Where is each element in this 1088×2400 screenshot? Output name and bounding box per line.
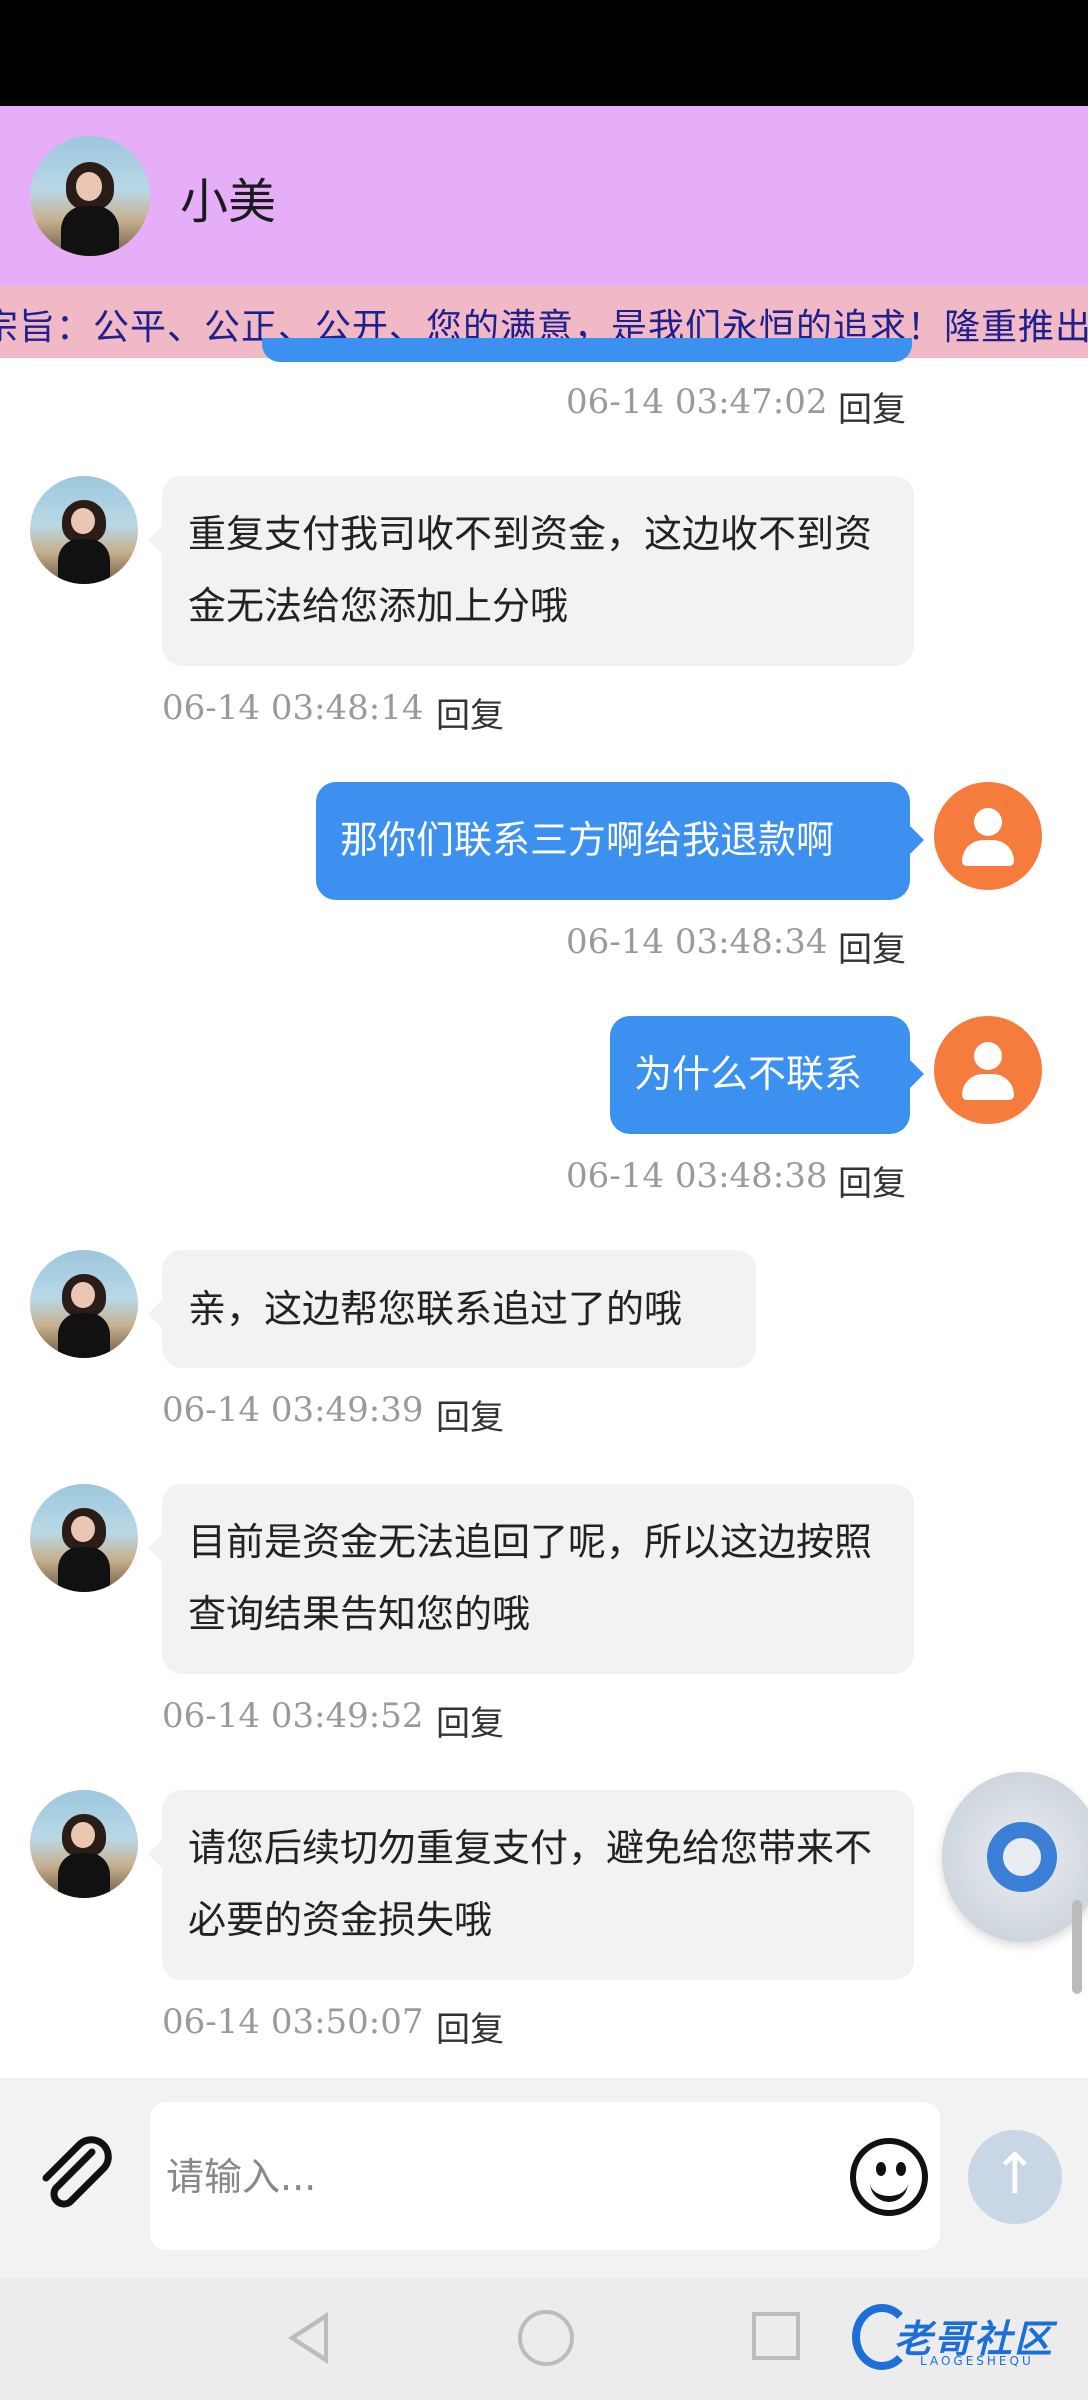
message-time: 06-14 03:48:38	[566, 1156, 828, 1196]
reply-link[interactable]: 回复	[436, 688, 504, 737]
recent-apps-icon[interactable]	[752, 2312, 800, 2360]
reply-link[interactable]: 回复	[436, 1696, 504, 1745]
input-bar: ↑	[0, 2078, 1088, 2278]
arrow-up-icon: ↑	[991, 2142, 1039, 2207]
system-nav-bar: 老哥社区 LAOGESHEQU	[0, 2278, 1088, 2400]
message-time: 06-14 03:47:02	[566, 382, 828, 422]
reply-link[interactable]: 回复	[436, 2002, 504, 2051]
scrollbar-thumb[interactable]	[1072, 1900, 1082, 1994]
status-bar	[0, 0, 1088, 106]
send-button[interactable]: ↑	[968, 2130, 1062, 2224]
contact-avatar[interactable]	[30, 476, 138, 584]
user-avatar-icon[interactable]	[934, 782, 1042, 890]
gear-icon	[987, 1822, 1057, 1892]
watermark-logo: 老哥社区 LAOGESHEQU	[848, 2300, 1074, 2376]
message-bubble-outgoing: 为什么不联系	[610, 1016, 924, 1134]
message-bubble-outgoing-partial	[262, 338, 912, 362]
contact-avatar[interactable]	[30, 1790, 138, 1898]
reply-link[interactable]: 回复	[838, 382, 906, 431]
user-avatar-icon[interactable]	[934, 1016, 1042, 1124]
home-icon[interactable]	[518, 2310, 574, 2366]
reply-link[interactable]: 回复	[838, 1156, 906, 1205]
message-time: 06-14 03:48:14	[162, 688, 424, 728]
message-input[interactable]	[164, 2102, 848, 2252]
contact-avatar[interactable]	[30, 1484, 138, 1592]
message-bubble-incoming: 亲，这边帮您联系追过了的哦	[148, 1250, 756, 1368]
message-bubble-outgoing: 那你们联系三方啊给我退款啊	[316, 782, 924, 900]
message-bubble-incoming: 请您后续切勿重复支付，避免给您带来不必要的资金损失哦	[148, 1790, 914, 1980]
message-time: 06-14 03:49:52	[162, 1696, 424, 1736]
message-bubble-incoming: 重复支付我司收不到资金，这边收不到资金无法给您添加上分哦	[148, 476, 914, 666]
message-input-box[interactable]	[150, 2102, 940, 2252]
message-time: 06-14 03:48:34	[566, 922, 828, 962]
message-time: 06-14 03:49:39	[162, 1390, 424, 1430]
emoji-icon[interactable]	[850, 2138, 928, 2216]
reply-link[interactable]: 回复	[838, 922, 906, 971]
message-bubble-incoming: 目前是资金无法追回了呢，所以这边按照查询结果告知您的哦	[148, 1484, 914, 1674]
reply-link[interactable]: 回复	[436, 1390, 504, 1439]
contact-avatar[interactable]	[30, 1250, 138, 1358]
chat-header: 小美	[0, 106, 1088, 286]
message-time: 06-14 03:50:07	[162, 2002, 424, 2042]
contact-name: 小美	[180, 174, 277, 230]
watermark-subtext: LAOGESHEQU	[920, 2354, 1034, 2368]
paperclip-icon[interactable]	[30, 2130, 120, 2220]
contact-avatar[interactable]	[30, 136, 150, 256]
settings-gear-button[interactable]	[942, 1772, 1088, 1942]
